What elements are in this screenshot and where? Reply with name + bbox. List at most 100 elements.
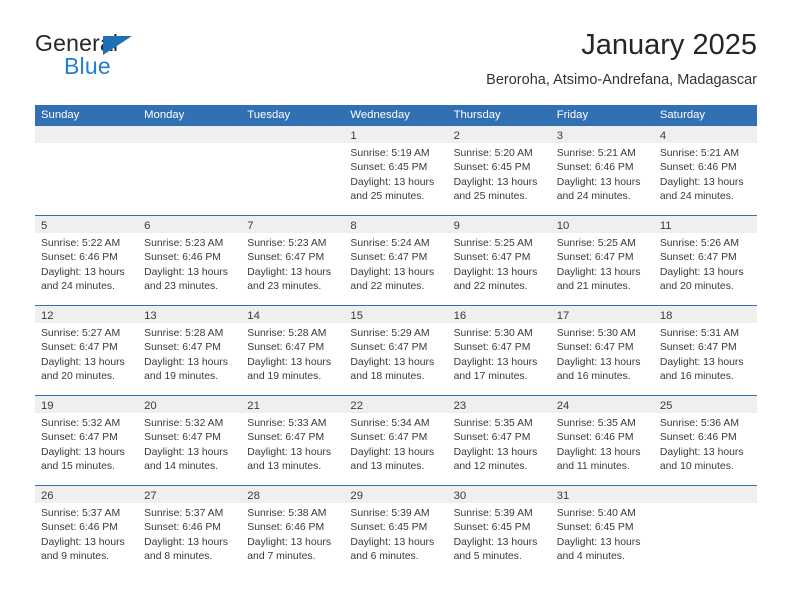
day-cell[interactable]: 23 Sunrise: 5:35 AM Sunset: 6:47 PM Dayligh…	[447, 396, 551, 485]
day-number: 16	[453, 310, 467, 322]
day-cell[interactable]: 15 Sunrise: 5:29 AM Sunset: 6:47 PM Dayligh…	[344, 306, 448, 395]
day-cell[interactable]: 3 Sunrise: 5:21 AM Sunset: 6:46 PM Daylight…	[550, 126, 654, 215]
daylight-text-line1: Daylight: 13 hours	[350, 446, 435, 458]
day-cell-empty	[138, 126, 242, 215]
day-cell[interactable]: 29 Sunrise: 5:39 AM Sunset: 6:45 PM Dayligh…	[344, 486, 448, 575]
day-cell[interactable]: 5 Sunrise: 5:22 AM Sunset: 6:46 PM Daylight…	[35, 216, 139, 305]
day-details: Sunrise: 5:27 AM Sunset: 6:47 PM Daylight:…	[35, 323, 138, 385]
day-cell[interactable]: 17 Sunrise: 5:30 AM Sunset: 6:47 PM Dayligh…	[550, 306, 654, 395]
daylight-text-line1: Daylight: 13 hours	[556, 176, 641, 188]
day-number: 28	[247, 490, 260, 502]
day-details: Sunrise: 5:22 AM Sunset: 6:46 PM Daylight:…	[35, 233, 138, 295]
day-cell[interactable]: 6 Sunrise: 5:23 AM Sunset: 6:46 PM Daylight…	[138, 216, 242, 305]
day-number-strip: 11	[653, 216, 757, 233]
calendar-grid: Sunday Monday Tuesday Wednesday Thursday Frid…	[35, 105, 757, 575]
daylight-text-line1: Daylight: 13 hours	[144, 446, 228, 458]
day-cell[interactable]: 12 Sunrise: 5:27 AM Sunset: 6:47 PM Dayligh…	[35, 306, 139, 395]
day-number: 30	[453, 490, 467, 502]
daylight-text-line1: Daylight: 13 hours	[247, 446, 332, 458]
day-cell[interactable]: 2 Sunrise: 5:20 AM Sunset: 6:45 PM Daylight…	[447, 126, 551, 215]
sunset-text: Sunset: 6:47 PM	[453, 432, 531, 444]
calendar-page: General Blue January 2025 Beroroha, Atsi…	[0, 0, 792, 612]
day-number-strip: 20	[138, 396, 242, 413]
day-number: 13	[144, 310, 157, 322]
day-number: 14	[247, 310, 260, 322]
day-number: 11	[659, 220, 672, 232]
weekday-header-sunday: Sunday	[41, 109, 80, 121]
daylight-text-line1: Daylight: 13 hours	[556, 266, 641, 278]
sunset-text: Sunset: 6:47 PM	[144, 342, 221, 354]
sunset-text: Sunset: 6:47 PM	[453, 252, 531, 264]
day-cell[interactable]: 14 Sunrise: 5:28 AM Sunset: 6:47 PM Dayligh…	[241, 306, 345, 395]
day-cell[interactable]: 27 Sunrise: 5:37 AM Sunset: 6:46 PM Dayligh…	[138, 486, 242, 575]
daylight-text-line2: and 4 minutes.	[556, 551, 625, 563]
logo[interactable]: General Blue	[35, 30, 245, 86]
day-cell[interactable]: 19 Sunrise: 5:32 AM Sunset: 6:47 PM Dayligh…	[35, 396, 139, 485]
daylight-text-line2: and 23 minutes.	[144, 281, 219, 293]
day-cell[interactable]: 21 Sunrise: 5:33 AM Sunset: 6:47 PM Dayligh…	[241, 396, 345, 485]
day-cell[interactable]: 20 Sunrise: 5:32 AM Sunset: 6:47 PM Dayligh…	[138, 396, 242, 485]
sunrise-text: Sunrise: 5:21 AM	[556, 148, 636, 159]
sunrise-text: Sunrise: 5:37 AM	[41, 508, 121, 519]
day-cell[interactable]: 28 Sunrise: 5:38 AM Sunset: 6:46 PM Dayligh…	[241, 486, 345, 575]
daylight-text-line2: and 10 minutes.	[659, 461, 734, 473]
sunset-text: Sunset: 6:45 PM	[350, 162, 428, 174]
daylight-text-line2: and 7 minutes.	[247, 551, 316, 563]
daylight-text-line2: and 16 minutes.	[659, 371, 734, 383]
daylight-text-line2: and 11 minutes.	[556, 461, 630, 473]
day-details: Sunrise: 5:40 AM Sunset: 6:45 PM Daylight:…	[551, 503, 654, 565]
day-cell[interactable]: 30 Sunrise: 5:39 AM Sunset: 6:45 PM Dayligh…	[447, 486, 551, 575]
day-details: Sunrise: 5:21 AM Sunset: 6:46 PM Daylight:…	[654, 143, 757, 205]
day-cell[interactable]: 24 Sunrise: 5:35 AM Sunset: 6:46 PM Dayligh…	[550, 396, 654, 485]
day-cell[interactable]: 10 Sunrise: 5:25 AM Sunset: 6:47 PM Dayligh…	[550, 216, 654, 305]
daylight-text-line2: and 23 minutes.	[247, 281, 322, 293]
day-cell[interactable]: 25 Sunrise: 5:36 AM Sunset: 6:46 PM Dayligh…	[653, 396, 757, 485]
day-cell[interactable]: 11 Sunrise: 5:26 AM Sunset: 6:47 PM Dayligh…	[653, 216, 757, 305]
day-details: Sunrise: 5:29 AM Sunset: 6:47 PM Daylight:…	[344, 323, 447, 385]
weekday-header-friday: Friday	[556, 109, 589, 121]
day-cell[interactable]: 22 Sunrise: 5:34 AM Sunset: 6:47 PM Dayligh…	[344, 396, 448, 485]
daylight-text-line2: and 15 minutes.	[41, 461, 115, 473]
day-cell[interactable]: 4 Sunrise: 5:21 AM Sunset: 6:46 PM Daylight…	[653, 126, 757, 215]
daylight-text-line1: Daylight: 13 hours	[659, 356, 744, 368]
daylight-text-line1: Daylight: 13 hours	[350, 266, 435, 278]
sunrise-text: Sunrise: 5:22 AM	[41, 238, 121, 249]
day-cell[interactable]: 31 Sunrise: 5:40 AM Sunset: 6:45 PM Dayligh…	[550, 486, 654, 575]
daylight-text-line2: and 22 minutes.	[350, 281, 425, 293]
day-cell[interactable]: 26 Sunrise: 5:37 AM Sunset: 6:46 PM Dayligh…	[35, 486, 139, 575]
day-cell[interactable]: 13 Sunrise: 5:28 AM Sunset: 6:47 PM Dayligh…	[138, 306, 242, 395]
day-cell-empty	[653, 486, 757, 575]
sunrise-text: Sunrise: 5:27 AM	[41, 328, 121, 339]
day-cell[interactable]: 16 Sunrise: 5:30 AM Sunset: 6:47 PM Dayligh…	[447, 306, 551, 395]
day-cell[interactable]: 18 Sunrise: 5:31 AM Sunset: 6:47 PM Dayligh…	[653, 306, 757, 395]
day-number: 27	[144, 490, 157, 502]
day-number: 18	[659, 310, 673, 322]
daylight-text-line1: Daylight: 13 hours	[556, 536, 641, 548]
day-cell[interactable]: 1 Sunrise: 5:19 AM Sunset: 6:45 PM Daylight…	[344, 126, 448, 215]
day-number-strip: 10	[550, 216, 654, 233]
day-number: 1	[350, 130, 357, 142]
sunrise-text: Sunrise: 5:25 AM	[453, 238, 533, 249]
day-details: Sunrise: 5:38 AM Sunset: 6:46 PM Daylight:…	[241, 503, 344, 565]
week-row: 1 Sunrise: 5:19 AM Sunset: 6:45 PM Daylight…	[35, 126, 757, 215]
sunset-text: Sunset: 6:47 PM	[556, 342, 634, 354]
sunset-text: Sunset: 6:45 PM	[453, 162, 531, 174]
sunrise-text: Sunrise: 5:26 AM	[659, 238, 739, 249]
day-number: 4	[659, 130, 667, 142]
sunset-text: Sunset: 6:45 PM	[453, 522, 531, 534]
day-cell[interactable]: 7 Sunrise: 5:23 AM Sunset: 6:47 PM Daylight…	[241, 216, 345, 305]
day-number-strip: 17	[550, 306, 654, 323]
sunset-text: Sunset: 6:45 PM	[556, 522, 634, 534]
day-cell[interactable]: 8 Sunrise: 5:24 AM Sunset: 6:47 PM Daylight…	[344, 216, 448, 305]
day-details: Sunrise: 5:32 AM Sunset: 6:47 PM Daylight:…	[138, 413, 241, 475]
day-number-strip: 30	[447, 486, 551, 503]
day-number: 19	[41, 400, 54, 412]
sunrise-text: Sunrise: 5:19 AM	[350, 148, 430, 159]
day-number-strip: 9	[447, 216, 551, 233]
sunrise-text: Sunrise: 5:38 AM	[247, 508, 327, 519]
sunset-text: Sunset: 6:46 PM	[41, 522, 118, 534]
day-cell[interactable]: 9 Sunrise: 5:25 AM Sunset: 6:47 PM Daylight…	[447, 216, 551, 305]
day-number: 7	[247, 220, 254, 232]
sunset-text: Sunset: 6:46 PM	[144, 252, 221, 264]
daylight-text-line2: and 19 minutes.	[247, 371, 322, 383]
